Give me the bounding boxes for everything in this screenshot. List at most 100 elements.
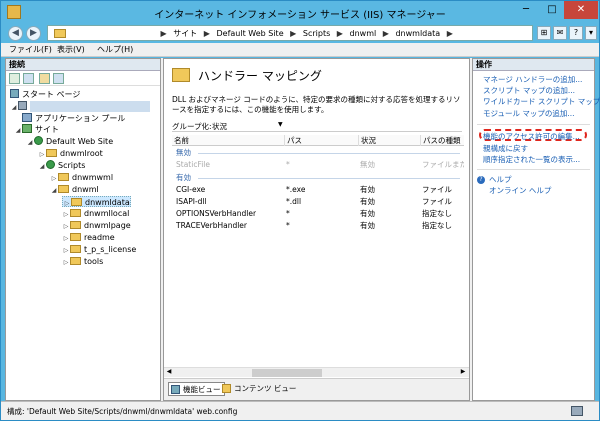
tree-item-dnwmwml[interactable]: ▷ dnwmwml [50, 172, 113, 183]
main-content: 接続 スタート ページ ◢ アプリケーション プール ◢ サイト ◢ Defau… [5, 58, 600, 401]
folder-icon [70, 221, 81, 229]
dropdown-icon[interactable]: ▾ [585, 26, 597, 40]
save-icon[interactable] [23, 73, 34, 84]
tree-item-scripts[interactable]: ◢ Scripts [38, 160, 85, 171]
tree-item-default-web-site[interactable]: ◢ Default Web Site [26, 136, 113, 147]
table-row[interactable]: OPTIONSVerbHandler * 有効 指定なし [172, 208, 464, 220]
chevron-right-icon[interactable]: ▶ [383, 29, 389, 38]
expand-icon[interactable]: ▷ [62, 233, 70, 244]
group-header-enabled[interactable]: 有効 [176, 172, 191, 183]
close-button[interactable]: ✕ [564, 1, 598, 19]
chevron-right-icon[interactable]: ▶ [447, 29, 453, 38]
chevron-right-icon[interactable]: ▶ [337, 29, 343, 38]
disconnect-icon[interactable] [53, 73, 64, 84]
help-icon[interactable]: ? [569, 26, 583, 40]
action-online-help[interactable]: オンライン ヘルプ [489, 186, 551, 196]
minimize-button[interactable]: ─ [513, 1, 539, 19]
tree-item-dnwml[interactable]: ◢ dnwml [50, 184, 99, 195]
group-divider [198, 153, 460, 154]
title-bar: インターネット インフォメーション サービス (IIS) マネージャー ─ □ … [1, 1, 599, 23]
expand-icon[interactable]: ▷ [62, 257, 70, 268]
scroll-left-icon[interactable]: ◀ [164, 368, 174, 375]
expand-icon[interactable]: ▷ [38, 149, 46, 160]
chevron-right-icon[interactable]: ▶ [161, 29, 167, 38]
tree-item-dnwmlpage[interactable]: ▷ dnwmlpage [62, 220, 131, 231]
tree-item-dnwmldata[interactable]: ▷ dnwmldata [62, 196, 131, 207]
action-help[interactable]: ヘルプ [489, 175, 512, 185]
group-by-selector[interactable]: グループ化: 状況 ▼ [172, 121, 462, 132]
network-icon[interactable]: ⊞ [537, 26, 551, 40]
tree-item-dnwmllocal[interactable]: ▷ dnwmllocal [62, 208, 129, 219]
tab-content-view[interactable]: コンテンツ ビュー [220, 382, 299, 396]
tab-features-view[interactable]: 機能ビュー [168, 382, 225, 396]
breadcrumb[interactable]: ▶ サイト ▶ Default Web Site ▶ Scripts ▶ dnw… [47, 25, 533, 41]
handler-mappings-panel: ハンドラー マッピング DLL およびマネージ コードのように、特定の要求の種類… [163, 58, 470, 401]
expand-icon[interactable]: ▷ [62, 221, 70, 232]
column-header-name[interactable]: 名前 [172, 135, 189, 146]
forward-button[interactable]: ▶ [26, 26, 41, 41]
expand-icon[interactable]: ▷ [62, 209, 70, 220]
breadcrumb-item-dnwmldata[interactable]: dnwmldata [395, 29, 440, 38]
action-add-script-map[interactable]: スクリプト マップの追加... [483, 86, 575, 96]
tree-item-start-page[interactable]: スタート ページ [10, 89, 80, 100]
folder-icon [70, 245, 81, 253]
column-header-path-type[interactable]: パスの種類 [420, 135, 461, 146]
table-row[interactable]: CGI-exe *.exe 有効 ファイル [172, 184, 464, 196]
collapse-icon[interactable]: ◢ [10, 102, 18, 113]
tree-item-app-pools[interactable]: アプリケーション プール [22, 113, 125, 124]
action-add-wildcard-script-map[interactable]: ワイルドカード スクリプト マップの追加... [483, 97, 600, 107]
tree-item-readme[interactable]: ▷ readme [62, 232, 115, 243]
collapse-icon[interactable]: ◢ [26, 137, 34, 148]
scroll-right-icon[interactable]: ▶ [458, 368, 468, 375]
window-title: インターネット インフォメーション サービス (IIS) マネージャー [154, 10, 446, 21]
breadcrumb-items: ▶ サイト ▶ Default Web Site ▶ Scripts ▶ dnw… [72, 28, 457, 39]
network-status-icon [571, 406, 583, 416]
connections-header: 接続 [6, 59, 160, 71]
action-edit-feature-permissions[interactable]: 機能のアクセス許可の編集... [483, 132, 580, 142]
maximize-button[interactable]: □ [540, 1, 564, 19]
chevron-right-icon[interactable]: ▶ [204, 29, 210, 38]
connect-icon[interactable] [9, 73, 20, 84]
tree-item-tools[interactable]: ▷ tools [62, 256, 103, 267]
tree-item-server[interactable]: ◢ [10, 101, 150, 112]
expand-icon[interactable]: ▷ [62, 245, 70, 256]
breadcrumb-item-scripts[interactable]: Scripts [303, 29, 330, 38]
collapse-icon[interactable]: ◢ [38, 161, 46, 172]
action-revert-to-parent[interactable]: 親構成に戻す [483, 144, 528, 154]
tree-item-t-p-s-license[interactable]: ▷ t_p_s_license [62, 244, 136, 255]
address-bar: ◀ ▶ ▶ サイト ▶ Default Web Site ▶ Scripts ▶… [1, 23, 599, 43]
folder-icon [70, 233, 81, 241]
collapse-icon[interactable]: ◢ [50, 185, 58, 196]
chevron-right-icon[interactable]: ▶ [290, 29, 296, 38]
menu-bar: ファイル(F) 表示(V) ヘルプ(H) [1, 43, 599, 57]
breadcrumb-item-dnwml[interactable]: dnwml [350, 29, 377, 38]
breadcrumb-item-sites[interactable]: サイト [173, 29, 197, 38]
scrollbar-thumb[interactable] [252, 369, 322, 377]
action-view-ordered-list[interactable]: 順序指定された一覧の表示... [483, 155, 580, 165]
back-button[interactable]: ◀ [8, 26, 23, 41]
group-header-disabled[interactable]: 無効 [176, 147, 191, 158]
group-by-label: グループ化: [172, 122, 212, 131]
group-by-value[interactable]: 状況 [212, 121, 227, 132]
column-header-status[interactable]: 状況 [358, 135, 376, 146]
table-row[interactable]: ISAPI-dll *.dll 有効 ファイル [172, 196, 464, 208]
envelope-icon[interactable]: ✉ [553, 26, 567, 40]
expand-icon[interactable]: ▷ [50, 173, 58, 184]
action-add-module-mapping[interactable]: モジュール マップの追加... [483, 109, 575, 119]
breadcrumb-item-default-web-site[interactable]: Default Web Site [217, 29, 284, 38]
collapse-icon[interactable]: ◢ [14, 125, 22, 136]
menu-view[interactable]: 表示(V) [57, 44, 85, 55]
features-view-icon [171, 385, 180, 394]
table-row[interactable]: StaticFile * 無効 ファイルまたは [172, 159, 464, 171]
action-add-managed-handler[interactable]: マネージ ハンドラーの追加... [483, 75, 582, 85]
table-row[interactable]: TRACEVerbHandler * 有効 指定なし [172, 220, 464, 232]
tree-item-sites[interactable]: ◢ サイト [14, 124, 59, 135]
horizontal-scrollbar[interactable]: ◀ ▶ [164, 367, 469, 377]
chevron-down-icon[interactable]: ▼ [278, 121, 283, 128]
column-header-path[interactable]: パス [284, 135, 302, 146]
menu-file[interactable]: ファイル(F) [9, 44, 52, 55]
menu-help[interactable]: ヘルプ(H) [97, 44, 133, 55]
up-folder-icon[interactable] [39, 73, 50, 84]
feature-description: DLL およびマネージ コードのように、特定の要求の種類に対する応答を処理するリ… [172, 95, 461, 114]
tree-item-dnwmlroot[interactable]: ▷ dnwmlroot [38, 148, 103, 159]
